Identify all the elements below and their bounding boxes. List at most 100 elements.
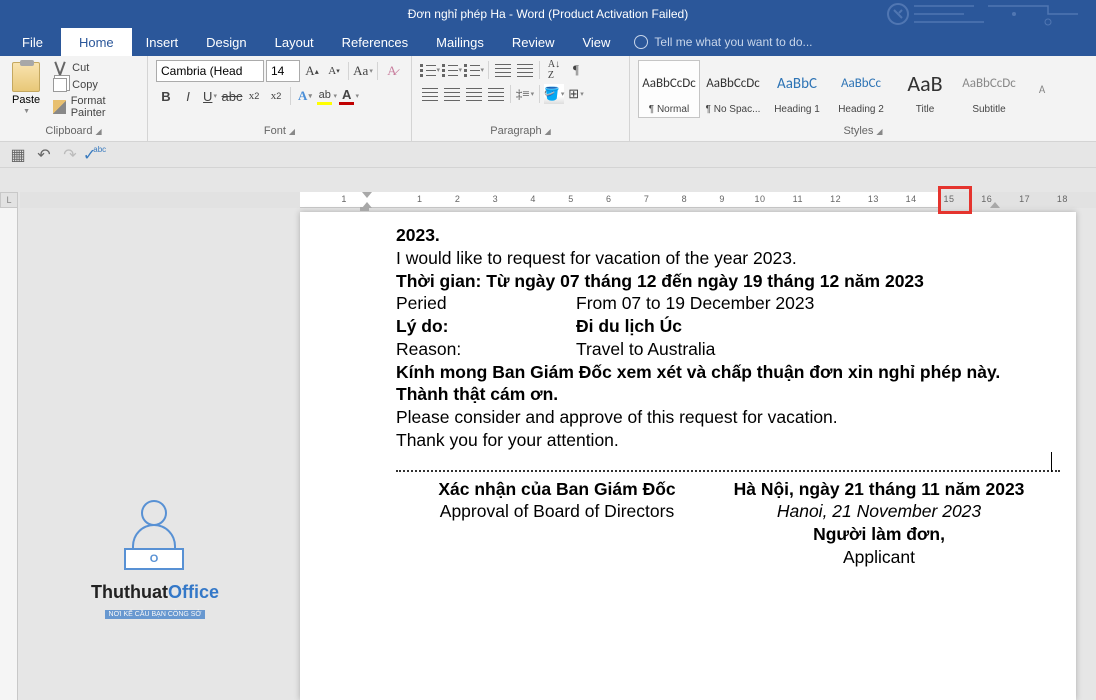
label-reason-vn: Lý do: [396,315,576,338]
menu-design[interactable]: Design [192,28,260,56]
qat-mode-button[interactable]: ▦ [8,145,28,165]
menu-references[interactable]: References [328,28,422,56]
left-indent-marker[interactable] [360,207,369,211]
lightbulb-icon [634,35,648,49]
decrease-indent-button[interactable] [493,60,513,80]
tell-me-search[interactable]: Tell me what you want to do... [634,35,812,49]
menu-layout[interactable]: Layout [261,28,328,56]
copy-icon [53,78,67,92]
menu-insert[interactable]: Insert [132,28,193,56]
annotation-highlight [938,186,972,214]
redo-button[interactable]: ↷ [60,145,80,165]
change-case-button[interactable]: Aa▾ [353,61,373,81]
multilevel-icon [464,63,479,77]
increase-indent-button[interactable] [515,60,535,80]
vertical-ruler[interactable] [0,192,18,700]
chevron-down-icon: ▼ [23,108,30,115]
underline-button[interactable]: U▾ [200,86,220,106]
group-font: Cambria (Head 14 A▴ A▾ Aa▾ A̷ B I U▾ abc… [148,56,412,141]
value-reason-vn: Đi du lịch Úc [576,315,682,338]
align-center-button[interactable] [442,84,462,104]
text-cursor [1051,452,1052,472]
group-styles: AaBbCcDc¶ Normal AaBbCcDc¶ No Spac... Aa… [630,56,1096,141]
menu-view[interactable]: View [568,28,624,56]
sig-applicant-vn: Người làm đơn, [813,524,945,544]
text-consider: Please consider and approve of this requ… [396,406,1060,429]
menu-mailings[interactable]: Mailings [422,28,498,56]
paste-icon [12,62,40,92]
horizontal-ruler[interactable]: 1123456789101112131415161718 [20,192,1096,208]
format-painter-button[interactable]: Format Painter [50,94,139,120]
font-name-combo[interactable]: Cambria (Head [156,60,264,82]
highlight-button[interactable]: ab▾ [317,86,337,106]
subscript-button[interactable]: x2 [244,86,264,106]
outdent-icon [495,63,511,77]
multilevel-button[interactable]: ▾ [464,60,484,80]
style-heading1[interactable]: AaBbCHeading 1 [766,60,828,118]
style-heading2[interactable]: AaBbCcHeading 2 [830,60,892,118]
strike-button[interactable]: abc [222,86,242,106]
text-period-vn: Thời gian: Từ ngày 07 tháng 12 đến ngày … [396,271,924,291]
justify-icon [488,87,504,101]
font-size-combo[interactable]: 14 [266,60,300,82]
style-more[interactable]: A [1022,60,1062,118]
style-title[interactable]: AaBTitle [894,60,956,118]
document-page[interactable]: 2023. I would like to request for vacati… [300,212,1076,700]
show-marks-button[interactable]: ¶ [566,60,586,80]
ruler-corner: L [0,192,18,208]
label-reason: Reason: [396,338,576,361]
menu-file[interactable]: File [4,28,61,56]
spellcheck-button[interactable]: ✓abc [86,145,106,165]
brush-icon [53,100,66,114]
line-spacing-button[interactable]: ‡≡▾ [515,84,535,104]
style-subtitle[interactable]: AaBbCcDcSubtitle [958,60,1020,118]
shading-button[interactable]: 🪣▾ [544,84,564,104]
grow-font-button[interactable]: A▴ [302,61,322,81]
text-effects-button[interactable]: A▾ [295,86,315,106]
right-indent-marker[interactable] [990,202,1000,208]
paste-button[interactable]: Paste ▼ [8,60,44,120]
text-kindly: Kính mong Ban Giám Đốc xem xét và chấp t… [396,362,1000,382]
watermark-logo: ThuthuatOffice NƠI KẾ CẦU BẠN CÔNG SỞ [90,498,220,621]
style-nospacing[interactable]: AaBbCcDc¶ No Spac... [702,60,764,118]
text-request: I would like to request for vacation of … [396,247,1060,270]
scissors-icon [53,61,67,75]
justify-button[interactable] [486,84,506,104]
align-right-button[interactable] [464,84,484,104]
sort-button[interactable]: A↓Z [544,60,564,80]
indent-icon [517,63,533,77]
sig-approval-vn: Xác nhận của Ban Giám Đốc [438,479,675,499]
undo-button[interactable]: ↶ [34,145,54,165]
watermark-figure-icon [115,498,195,578]
bullets-button[interactable]: ▾ [420,60,440,80]
menu-home[interactable]: Home [61,28,132,56]
numbering-button[interactable]: ▾ [442,60,462,80]
sig-date-vn: Hà Nội, ngày 21 tháng 11 năm 2023 [734,479,1025,499]
borders-button[interactable]: ⊞▾ [566,84,586,104]
bold-button[interactable]: B [156,86,176,106]
bullets-icon [420,63,435,77]
menu-review[interactable]: Review [498,28,569,56]
sig-date: Hanoi, 21 November 2023 [718,500,1040,523]
menubar: File Home Insert Design Layout Reference… [0,28,1096,56]
first-line-indent-marker[interactable] [362,192,372,198]
titlebar: Đơn nghỉ phép Ha - Word (Product Activat… [0,0,1096,28]
separator-dots [396,460,1060,472]
document-body[interactable]: 2023. I would like to request for vacati… [300,212,1076,569]
align-right-icon [466,87,482,101]
group-clipboard: Paste ▼ Cut Copy Format Painter Clipboar… [0,56,148,141]
value-reason: Travel to Australia [576,338,715,361]
align-left-button[interactable] [420,84,440,104]
sig-approval: Approval of Board of Directors [396,500,718,523]
copy-button[interactable]: Copy [50,77,139,93]
superscript-button[interactable]: x2 [266,86,286,106]
font-color-button[interactable]: A▾ [339,86,359,106]
style-normal[interactable]: AaBbCcDc¶ Normal [638,60,700,118]
clear-format-button[interactable]: A̷ [382,61,402,81]
shrink-font-button[interactable]: A▾ [324,61,344,81]
styles-gallery[interactable]: AaBbCcDc¶ Normal AaBbCcDc¶ No Spac... Aa… [638,60,1088,118]
italic-button[interactable]: I [178,86,198,106]
align-left-icon [422,87,438,101]
group-paragraph: ▾ ▾ ▾ A↓Z ¶ ‡≡▾ 🪣▾ ⊞▾ P [412,56,630,141]
cut-button[interactable]: Cut [50,60,139,76]
